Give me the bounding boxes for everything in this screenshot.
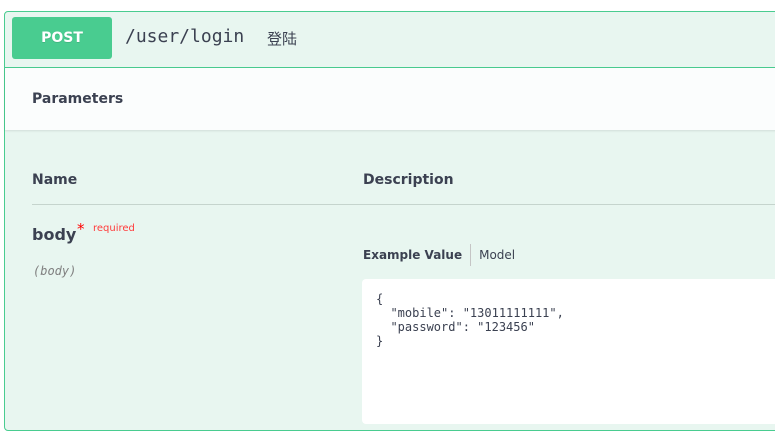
parameters-title: Parameters [32,91,124,107]
example-json-code: { "mobile": "13011111111", "password": "… [376,292,564,348]
operation-summary[interactable]: POST /user/login 登陆 [4,11,775,68]
table-header-divider [32,204,775,205]
endpoint-path: /user/login [125,26,245,47]
column-header-description: Description [363,172,454,188]
tab-example-value[interactable]: Example Value [363,248,470,262]
required-star: * [77,220,85,238]
required-label: required [93,223,135,234]
example-tabs: Example Value Model [363,244,515,266]
tab-model[interactable]: Model [471,248,515,262]
parameter-location: (body) [33,264,77,278]
operation-description: 登陆 [267,30,298,48]
column-header-name: Name [32,172,78,188]
http-method-badge: POST [12,17,112,59]
parameter-name: body [32,225,77,244]
